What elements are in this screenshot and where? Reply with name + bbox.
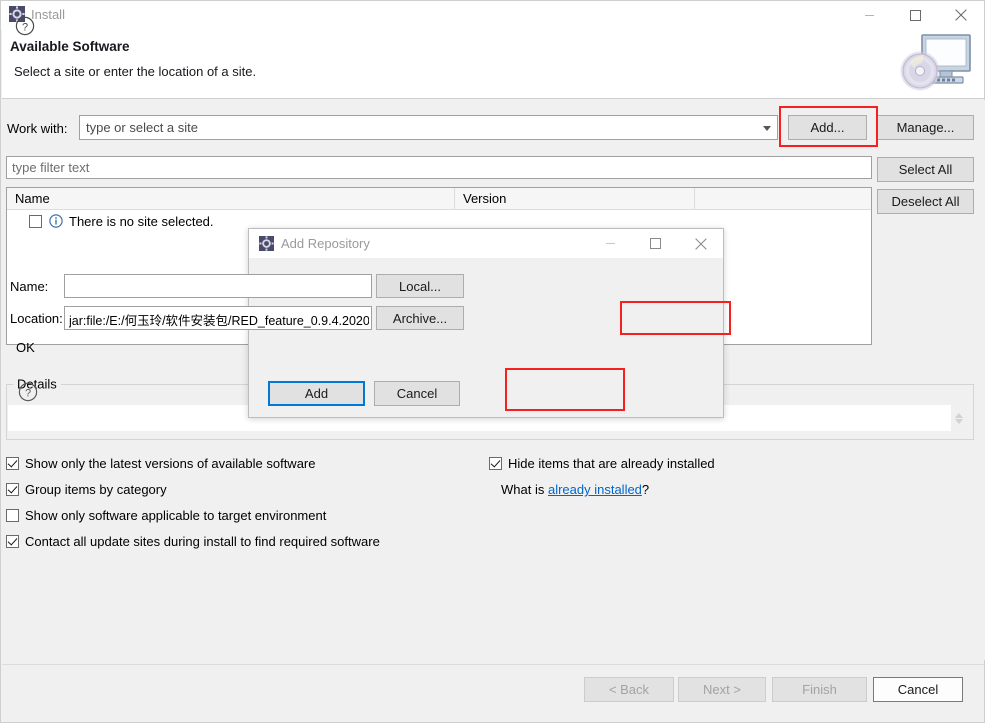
work-with-label: Work with: <box>7 121 68 136</box>
install-gear-icon <box>259 236 274 251</box>
finish-button[interactable]: Finish <box>772 677 867 702</box>
location-label: Location: <box>10 311 63 326</box>
checkbox[interactable] <box>489 457 502 470</box>
page-subtitle: Select a site or enter the location of a… <box>14 64 257 79</box>
work-with-placeholder: type or select a site <box>86 120 198 135</box>
dialog-maximize-button[interactable] <box>633 229 678 258</box>
option-label: Show only the latest versions of availab… <box>25 456 316 471</box>
checkbox[interactable] <box>6 457 19 470</box>
wizard-header: Available Software Select a site or ente… <box>2 29 984 99</box>
chevron-down-icon <box>763 126 771 131</box>
svg-text:?: ? <box>25 387 31 399</box>
row-label: There is no site selected. <box>69 213 214 229</box>
chevron-up-icon <box>955 412 963 418</box>
name-label: Name: <box>10 279 49 294</box>
dialog-title: Add Repository <box>281 236 370 251</box>
row-checkbox[interactable] <box>29 214 42 228</box>
dialog-status-text: OK <box>16 340 35 355</box>
page-title: Available Software <box>10 39 130 54</box>
dialog-question-mark-icon[interactable]: ? <box>18 382 38 402</box>
what-is-suffix: ? <box>641 482 650 497</box>
manage-button[interactable]: Manage... <box>877 115 974 140</box>
option-target-environment[interactable]: Show only software applicable to target … <box>6 508 326 523</box>
dialog-close-button[interactable] <box>678 229 723 258</box>
details-scroll-spinner[interactable] <box>951 405 967 431</box>
option-label: Show only software applicable to target … <box>25 508 327 523</box>
table-header: Name Version <box>7 188 871 210</box>
checkbox[interactable] <box>6 535 19 548</box>
back-button[interactable]: < Back <box>584 677 674 702</box>
window-controls <box>846 1 984 29</box>
next-button[interactable]: Next > <box>678 677 766 702</box>
monitor-with-disc-icon <box>898 33 976 95</box>
dialog-add-button[interactable]: Add <box>268 381 365 406</box>
dialog-titlebar: Add Repository <box>249 229 723 258</box>
select-all-button[interactable]: Select All <box>877 157 974 182</box>
local-button[interactable]: Local... <box>376 274 464 298</box>
location-input-value: jar:file:/E:/何玉玲/软件安装包/RED_feature_0.9.4… <box>69 314 369 328</box>
column-header-name[interactable]: Name <box>7 188 455 210</box>
what-is-prefix: What is <box>501 482 548 497</box>
option-group-by-category[interactable]: Group items by category <box>6 482 167 497</box>
option-label: Contact all update sites during install … <box>25 534 380 549</box>
cancel-button[interactable]: Cancel <box>873 677 963 702</box>
column-header-blank[interactable] <box>695 188 872 210</box>
name-input[interactable] <box>64 274 372 298</box>
option-show-latest-versions[interactable]: Show only the latest versions of availab… <box>6 456 316 471</box>
maximize-button[interactable] <box>892 1 938 29</box>
window-title: Install <box>31 7 65 22</box>
deselect-all-button[interactable]: Deselect All <box>877 189 974 214</box>
filter-input[interactable]: type filter text <box>6 156 872 179</box>
dialog-window-controls <box>588 229 723 258</box>
what-is-installed-text: What is already installed? <box>501 482 649 497</box>
location-input[interactable]: jar:file:/E:/何玉玲/软件安装包/RED_feature_0.9.4… <box>64 306 372 330</box>
already-installed-link[interactable]: already installed <box>548 482 642 497</box>
archive-button[interactable]: Archive... <box>376 306 464 330</box>
checkbox[interactable] <box>6 509 19 522</box>
minimize-button[interactable] <box>846 1 892 29</box>
work-with-combo[interactable]: type or select a site <box>79 115 778 140</box>
window-titlebar: Install <box>1 1 984 29</box>
close-button[interactable] <box>938 1 984 29</box>
dialog-minimize-button[interactable] <box>588 229 633 258</box>
question-mark-icon[interactable]: ? <box>15 16 35 36</box>
table-row[interactable]: There is no site selected. <box>7 210 214 232</box>
option-label: Hide items that are already installed <box>508 456 715 471</box>
dialog-cancel-button[interactable]: Cancel <box>374 381 460 406</box>
option-contact-all-sites[interactable]: Contact all update sites during install … <box>6 534 380 549</box>
filter-placeholder: type filter text <box>12 160 90 175</box>
column-header-version[interactable]: Version <box>455 188 695 210</box>
svg-text:?: ? <box>22 21 28 33</box>
chevron-down-icon <box>955 418 963 424</box>
add-site-button[interactable]: Add... <box>788 115 867 140</box>
checkbox[interactable] <box>6 483 19 496</box>
info-icon <box>49 214 63 228</box>
option-hide-installed[interactable]: Hide items that are already installed <box>489 456 715 471</box>
option-label: Group items by category <box>25 482 167 497</box>
